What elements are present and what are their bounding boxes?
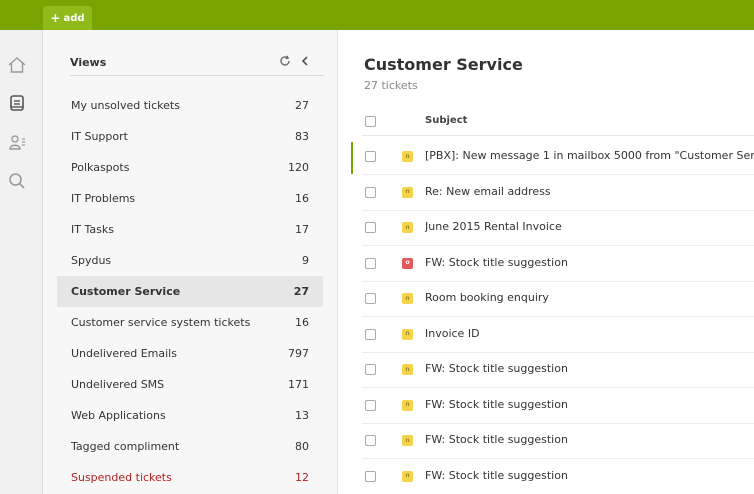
view-item[interactable]: IT Support 83 bbox=[57, 121, 323, 152]
ticket-checkbox[interactable] bbox=[365, 186, 376, 198]
main-content: Customer Service 27 tickets Subject n [PB… bbox=[338, 30, 754, 494]
status-badge: n bbox=[402, 399, 413, 411]
search-icon[interactable] bbox=[6, 170, 28, 192]
view-item-label: Polkaspots bbox=[71, 161, 130, 174]
status-badge: n bbox=[402, 470, 413, 482]
ticket-row[interactable]: n FW: Stock title suggestion bbox=[362, 352, 754, 388]
ticket-checkbox[interactable] bbox=[365, 293, 376, 304]
ticket-subject[interactable]: FW: Stock title suggestion bbox=[425, 256, 754, 269]
select-all-checkbox[interactable] bbox=[365, 116, 376, 127]
view-item-count: 83 bbox=[295, 130, 309, 143]
ticket-row[interactable]: n Room booking enquiry bbox=[362, 281, 754, 317]
refresh-icon[interactable] bbox=[278, 54, 292, 68]
table-header: Subject bbox=[362, 107, 754, 136]
view-item-label: Tagged compliment bbox=[71, 440, 180, 453]
ticket-row[interactable]: n Invoice ID bbox=[362, 317, 754, 353]
ticket-checkbox[interactable] bbox=[365, 257, 376, 269]
ticket-row[interactable]: n June 2015 Rental Invoice bbox=[362, 210, 754, 246]
views-panel: Views My unsolved tickets 27 IT Support 83 P… bbox=[43, 30, 338, 494]
view-item[interactable]: Customer Service 27 bbox=[57, 276, 323, 307]
view-item-label: Customer service system tickets bbox=[71, 316, 251, 329]
view-item-label: Suspended tickets bbox=[71, 471, 172, 484]
view-item-count: 16 bbox=[295, 316, 309, 329]
view-item-label: IT Support bbox=[71, 130, 128, 143]
users-icon[interactable] bbox=[6, 131, 28, 153]
view-item-count: 27 bbox=[295, 99, 309, 112]
view-item-label: My unsolved tickets bbox=[71, 99, 180, 112]
view-item-count: 17 bbox=[295, 223, 309, 236]
ticket-row[interactable]: n FW: Stock title suggestion bbox=[362, 388, 754, 424]
view-item-label: Web Applications bbox=[71, 409, 166, 422]
view-item-label: Spydus bbox=[71, 254, 112, 267]
ticket-subject[interactable]: FW: Stock title suggestion bbox=[425, 398, 754, 411]
ticket-subject[interactable]: Re: New email address bbox=[425, 185, 754, 198]
view-item-count: 80 bbox=[295, 440, 309, 453]
view-item[interactable]: Tagged compliment 80 bbox=[57, 431, 323, 462]
ticket-subject[interactable]: FW: Stock title suggestion bbox=[425, 469, 754, 482]
status-badge: o bbox=[402, 257, 413, 269]
ticket-row[interactable]: n [PBX]: New message 1 in mailbox 5000 fr… bbox=[351, 139, 754, 175]
ticket-checkbox[interactable] bbox=[365, 399, 376, 411]
view-item-count: 16 bbox=[295, 192, 309, 205]
view-item[interactable]: Undelivered Emails 797 bbox=[57, 338, 323, 369]
status-badge: n bbox=[402, 222, 413, 233]
ticket-row[interactable]: n FW: Stock title suggestion bbox=[362, 423, 754, 459]
ticket-checkbox[interactable] bbox=[365, 470, 376, 482]
ticket-count: 27 tickets bbox=[364, 79, 418, 92]
ticket-checkbox[interactable] bbox=[365, 435, 376, 446]
view-item[interactable]: Undelivered SMS 171 bbox=[57, 369, 323, 400]
view-item[interactable]: Suspended tickets 12 bbox=[57, 462, 323, 493]
view-item[interactable]: Customer service system tickets 16 bbox=[57, 307, 323, 338]
ticket-subject[interactable]: FW: Stock title suggestion bbox=[425, 362, 754, 375]
home-icon[interactable] bbox=[6, 54, 28, 76]
view-item-count: 13 bbox=[295, 409, 309, 422]
add-button[interactable]: + add bbox=[43, 6, 92, 30]
view-item-label: Undelivered SMS bbox=[71, 378, 165, 391]
ticket-subject[interactable]: FW: Stock title suggestion bbox=[425, 433, 754, 446]
ticket-row[interactable]: o FW: Stock title suggestion bbox=[362, 246, 754, 282]
ticket-checkbox[interactable] bbox=[365, 328, 376, 340]
view-item[interactable]: IT Tasks 17 bbox=[57, 214, 323, 245]
view-item[interactable]: My unsolved tickets 27 bbox=[57, 90, 323, 121]
views-title: Views bbox=[70, 56, 107, 69]
status-badge: n bbox=[402, 151, 413, 162]
view-item-label: Undelivered Emails bbox=[71, 347, 177, 360]
add-button-label: add bbox=[63, 12, 85, 24]
ticket-checkbox[interactable] bbox=[365, 222, 376, 233]
ticket-row[interactable]: n Re: New email address bbox=[362, 175, 754, 211]
plus-icon: + bbox=[50, 11, 61, 25]
view-item-count: 797 bbox=[288, 347, 309, 360]
ticket-subject[interactable]: Invoice ID bbox=[425, 327, 754, 340]
subject-column-header[interactable]: Subject bbox=[425, 115, 467, 126]
view-item-count: 171 bbox=[288, 378, 309, 391]
view-item-count: 27 bbox=[293, 285, 309, 298]
ticket-checkbox[interactable] bbox=[365, 151, 376, 162]
view-item-count: 120 bbox=[288, 161, 309, 174]
view-item-count: 9 bbox=[302, 254, 309, 267]
ticket-checkbox[interactable] bbox=[365, 364, 376, 375]
view-item-label: IT Tasks bbox=[71, 223, 114, 236]
view-item[interactable]: Polkaspots 120 bbox=[57, 152, 323, 183]
view-item[interactable]: Web Applications 13 bbox=[57, 400, 323, 431]
view-item-label: IT Problems bbox=[71, 192, 136, 205]
ticket-subject[interactable]: Room booking enquiry bbox=[425, 291, 754, 304]
view-item-label: Customer Service bbox=[71, 285, 181, 298]
view-item[interactable]: Spydus 9 bbox=[57, 245, 323, 276]
ticket-subject[interactable]: June 2015 Rental Invoice bbox=[425, 220, 754, 233]
tickets-icon[interactable] bbox=[6, 92, 28, 114]
status-badge: n bbox=[402, 186, 413, 198]
view-item-count: 12 bbox=[295, 471, 309, 484]
ticket-row[interactable]: n FW: Stock title suggestion bbox=[362, 459, 754, 494]
views-header: Views bbox=[70, 54, 324, 76]
page-title: Customer Service bbox=[364, 55, 523, 74]
status-badge: n bbox=[402, 293, 413, 304]
view-item[interactable]: IT Problems 16 bbox=[57, 183, 323, 214]
ticket-subject[interactable]: [PBX]: New message 1 in mailbox 5000 fro… bbox=[425, 149, 754, 162]
status-badge: n bbox=[402, 328, 413, 340]
collapse-chevron-icon[interactable] bbox=[298, 54, 312, 68]
status-badge: n bbox=[402, 364, 413, 375]
nav-rail bbox=[0, 30, 43, 494]
status-badge: n bbox=[402, 435, 413, 446]
top-bar: + add bbox=[0, 0, 754, 30]
